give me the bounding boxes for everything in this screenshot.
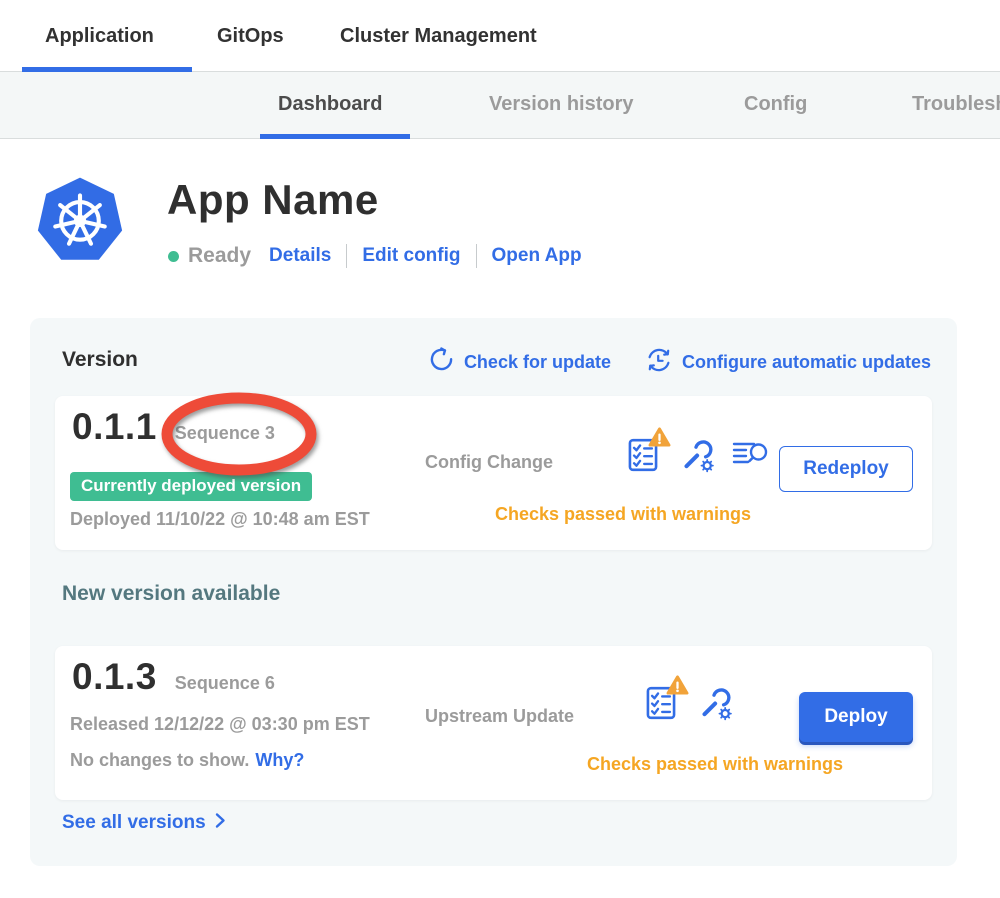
current-version-icons [625,436,771,479]
config-wrench-icon[interactable] [695,684,733,727]
available-version-sequence: Sequence 6 [175,673,275,694]
checks-status-text: Checks passed with warnings [423,504,823,525]
active-tab-underline [260,134,410,139]
deploy-button[interactable]: Deploy [799,692,913,742]
tab-dashboard[interactable]: Dashboard [278,93,382,116]
open-app-link[interactable]: Open App [492,245,582,267]
check-for-update-label: Check for update [464,352,611,373]
redeploy-button[interactable]: Redeploy [779,446,913,492]
warning-triangle-icon [648,427,671,452]
current-version-row: 0.1.1 Sequence 3 [72,406,275,448]
details-link[interactable]: Details [269,245,331,267]
deployed-timestamp: Deployed 11/10/22 @ 10:48 am EST [70,509,370,530]
status-badge: Ready [188,244,251,268]
new-version-heading: New version available [62,582,280,606]
preflight-checklist-icon[interactable] [643,684,679,727]
app-dashboard-page: Application GitOps Cluster Management Da… [0,0,1000,898]
view-files-icon[interactable] [731,439,771,476]
version-source-label: Config Change [425,452,553,473]
check-for-update-button[interactable]: Check for update [428,347,611,379]
tab-config[interactable]: Config [744,93,807,116]
primary-nav: Application GitOps Cluster Management [0,0,1000,72]
tab-troubleshoot[interactable]: Troubleshoot [912,93,1000,116]
current-version-sequence: Sequence 3 [175,423,275,444]
see-all-versions-link[interactable]: See all versions [62,812,226,834]
why-link[interactable]: Why? [255,750,304,770]
ready-status-dot-icon [168,251,179,262]
nav-item-gitops[interactable]: GitOps [217,25,284,48]
configure-automatic-updates-button[interactable]: Configure automatic updates [645,346,931,379]
available-version-number: 0.1.3 [72,656,157,698]
refresh-icon [428,347,455,379]
released-timestamp: Released 12/12/22 @ 03:30 pm EST [70,714,370,735]
page-title: App Name [167,176,379,224]
divider [476,244,477,268]
no-changes-text: No changes to show. Why? [70,750,304,771]
edit-config-link[interactable]: Edit config [362,245,460,267]
preflight-checklist-icon[interactable] [625,436,661,479]
no-changes-label: No changes to show. [70,750,249,770]
current-version-card: 0.1.1 Sequence 3 Currently deployed vers… [55,396,932,550]
nav-item-application[interactable]: Application [45,25,154,48]
available-version-row: 0.1.3 Sequence 6 [72,656,275,698]
version-heading: Version [62,348,138,372]
checks-status-text: Checks passed with warnings [515,754,915,775]
version-actions: Check for update Configure automatic upd… [428,346,931,379]
configure-automatic-updates-label: Configure automatic updates [682,352,931,373]
current-version-number: 0.1.1 [72,406,157,448]
kubernetes-logo-icon [33,170,127,273]
nav-item-cluster-management[interactable]: Cluster Management [340,25,537,48]
tab-version-history[interactable]: Version history [489,93,634,116]
warning-triangle-icon [666,675,689,700]
divider [346,244,347,268]
version-source-label: Upstream Update [425,706,574,727]
version-panel: Version Check for update [30,318,957,866]
auto-update-icon [645,346,673,379]
see-all-versions-label: See all versions [62,812,206,834]
config-wrench-icon[interactable] [677,436,715,479]
available-version-icons [643,684,733,727]
app-status-row: Ready Details Edit config Open App [168,242,582,270]
deployed-version-badge: Currently deployed version [70,472,312,501]
secondary-nav: Dashboard Version history Config Trouble… [0,72,1000,139]
chevron-right-icon [215,812,226,834]
available-version-card: 0.1.3 Sequence 6 Released 12/12/22 @ 03:… [55,646,932,800]
